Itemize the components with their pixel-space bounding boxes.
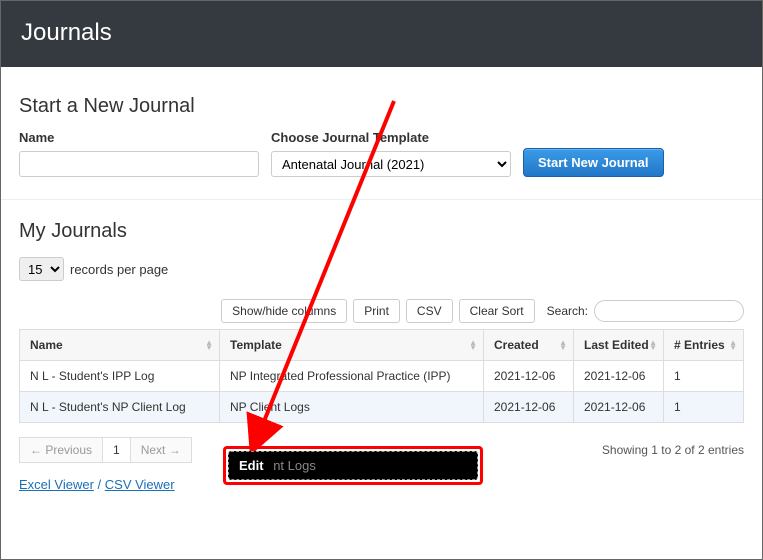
journal-name-label: Name xyxy=(19,130,259,145)
next-page-button[interactable]: Next → xyxy=(131,437,192,463)
start-journal-heading: Start a New Journal xyxy=(19,95,744,118)
csv-viewer-link[interactable]: CSV Viewer xyxy=(105,477,175,492)
sort-icon: ▲▼ xyxy=(559,340,567,350)
sort-icon: ▲▼ xyxy=(469,340,477,350)
cell-template: NP Client Logs xyxy=(220,392,484,423)
link-separator: / xyxy=(98,477,105,492)
records-per-page-label: records per page xyxy=(70,262,168,277)
cell-last-edited: 2021-12-06 xyxy=(574,392,664,423)
cell-entries: 1 xyxy=(664,392,744,423)
cell-created: 2021-12-06 xyxy=(484,361,574,392)
cell-created: 2021-12-06 xyxy=(484,392,574,423)
cell-last-edited: 2021-12-06 xyxy=(574,361,664,392)
cell-name: N L - Student's NP Client Log xyxy=(20,392,220,423)
col-created[interactable]: Created▲▼ xyxy=(484,330,574,361)
edit-tooltip: Edit nt Logs xyxy=(223,446,483,485)
page-title: Journals xyxy=(21,19,742,47)
journal-template-select[interactable]: Antenatal Journal (2021) xyxy=(271,151,511,177)
edit-tooltip-label[interactable]: Edit xyxy=(239,458,264,473)
journals-table: Name▲▼ Template▲▼ Created▲▼ Last Edited▲… xyxy=(19,329,744,423)
col-entries[interactable]: # Entries▲▼ xyxy=(664,330,744,361)
edit-tooltip-sub: nt Logs xyxy=(273,458,316,473)
my-journals-heading: My Journals xyxy=(19,220,744,243)
pagination: ← Previous 1 Next → xyxy=(19,437,192,463)
sort-icon: ▲▼ xyxy=(649,340,657,350)
cell-name: N L - Student's IPP Log xyxy=(20,361,220,392)
table-row[interactable]: N L - Student's NP Client Log NP Client … xyxy=(20,392,744,423)
csv-button[interactable]: CSV xyxy=(406,299,453,323)
journal-name-input[interactable] xyxy=(19,151,259,177)
clear-sort-button[interactable]: Clear Sort xyxy=(459,299,535,323)
prev-page-button[interactable]: ← Previous xyxy=(19,437,103,463)
excel-viewer-link[interactable]: Excel Viewer xyxy=(19,477,94,492)
search-label: Search: xyxy=(547,304,588,318)
show-hide-columns-button[interactable]: Show/hide columns xyxy=(221,299,347,323)
journal-template-label: Choose Journal Template xyxy=(271,130,511,145)
print-button[interactable]: Print xyxy=(353,299,400,323)
col-name[interactable]: Name▲▼ xyxy=(20,330,220,361)
cell-entries: 1 xyxy=(664,361,744,392)
sort-icon: ▲▼ xyxy=(729,340,737,350)
col-last-edited[interactable]: Last Edited▲▼ xyxy=(574,330,664,361)
cell-template: NP Integrated Professional Practice (IPP… xyxy=(220,361,484,392)
sort-icon: ▲▼ xyxy=(205,340,213,350)
showing-entries-text: Showing 1 to 2 of 2 entries xyxy=(602,443,744,457)
col-template[interactable]: Template▲▼ xyxy=(220,330,484,361)
page-1-button[interactable]: 1 xyxy=(103,437,131,463)
page-header: Journals xyxy=(1,1,762,67)
records-per-page-select[interactable]: 15 xyxy=(19,257,64,281)
table-row[interactable]: N L - Student's IPP Log NP Integrated Pr… xyxy=(20,361,744,392)
search-input[interactable] xyxy=(594,300,744,322)
start-new-journal-button[interactable]: Start New Journal xyxy=(523,148,664,177)
section-divider xyxy=(1,199,762,200)
